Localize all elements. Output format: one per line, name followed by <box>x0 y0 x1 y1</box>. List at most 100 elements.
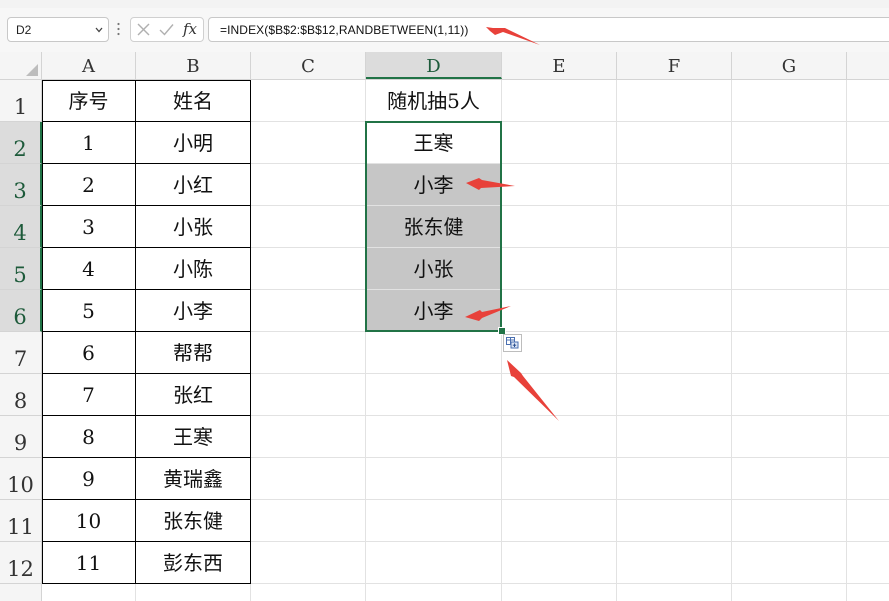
cell-f3[interactable] <box>617 164 732 206</box>
column-header-h[interactable] <box>847 52 889 79</box>
cell-g12[interactable] <box>732 542 847 584</box>
column-header-d[interactable]: D <box>366 52 502 79</box>
cell-d8[interactable] <box>366 374 502 416</box>
cell-a7[interactable]: 6 <box>42 332 136 374</box>
cell-f9[interactable] <box>617 416 732 458</box>
cell-e5[interactable] <box>502 248 617 290</box>
column-header-b[interactable]: B <box>136 52 251 79</box>
cell-g6[interactable] <box>732 290 847 332</box>
cell-a6[interactable]: 5 <box>42 290 136 332</box>
cell-e12[interactable] <box>502 542 617 584</box>
cell-b1[interactable]: 姓名 <box>136 80 251 122</box>
cell-h3[interactable] <box>847 164 889 206</box>
cell-d4[interactable]: 张东健 <box>366 206 502 248</box>
cell-g1[interactable] <box>732 80 847 122</box>
cell-f5[interactable] <box>617 248 732 290</box>
row-header-8[interactable]: 8 <box>0 374 42 416</box>
cell-b11[interactable]: 张东健 <box>136 500 251 542</box>
row-header-12[interactable]: 12 <box>0 542 42 584</box>
cell-b2[interactable]: 小明 <box>136 122 251 164</box>
cell-e8[interactable] <box>502 374 617 416</box>
cell-d5[interactable]: 小张 <box>366 248 502 290</box>
row-header-5[interactable]: 5 <box>0 248 42 290</box>
cell-f7[interactable] <box>617 332 732 374</box>
cell-g11[interactable] <box>732 500 847 542</box>
cell-c5[interactable] <box>251 248 366 290</box>
cell-h13[interactable] <box>847 584 889 601</box>
check-icon[interactable] <box>159 23 174 36</box>
cell-a12[interactable]: 11 <box>42 542 136 584</box>
cell-d12[interactable] <box>366 542 502 584</box>
cell-f8[interactable] <box>617 374 732 416</box>
cell-g13[interactable] <box>732 584 847 601</box>
cell-d3[interactable]: 小李 <box>366 164 502 206</box>
cell-h6[interactable] <box>847 290 889 332</box>
cell-g3[interactable] <box>732 164 847 206</box>
cell-g2[interactable] <box>732 122 847 164</box>
cell-h8[interactable] <box>847 374 889 416</box>
cell-c10[interactable] <box>251 458 366 500</box>
cell-c2[interactable] <box>251 122 366 164</box>
column-header-c[interactable]: C <box>251 52 366 79</box>
cell-e11[interactable] <box>502 500 617 542</box>
cell-e4[interactable] <box>502 206 617 248</box>
cell-b3[interactable]: 小红 <box>136 164 251 206</box>
cell-b6[interactable]: 小李 <box>136 290 251 332</box>
cell-g4[interactable] <box>732 206 847 248</box>
cell-g7[interactable] <box>732 332 847 374</box>
cell-e2[interactable] <box>502 122 617 164</box>
cell-h9[interactable] <box>847 416 889 458</box>
cell-f1[interactable] <box>617 80 732 122</box>
cell-h11[interactable] <box>847 500 889 542</box>
cell-e10[interactable] <box>502 458 617 500</box>
cell-a10[interactable]: 9 <box>42 458 136 500</box>
cell-a11[interactable]: 10 <box>42 500 136 542</box>
cell-c7[interactable] <box>251 332 366 374</box>
cell-b8[interactable]: 张红 <box>136 374 251 416</box>
row-header-7[interactable]: 7 <box>0 332 42 374</box>
column-header-g[interactable]: G <box>732 52 847 79</box>
cell-a4[interactable]: 3 <box>42 206 136 248</box>
cell-e13[interactable] <box>502 584 617 601</box>
select-all-button[interactable] <box>0 52 42 79</box>
cell-f11[interactable] <box>617 500 732 542</box>
cell-a3[interactable]: 2 <box>42 164 136 206</box>
cell-h5[interactable] <box>847 248 889 290</box>
column-header-e[interactable]: E <box>502 52 617 79</box>
row-header-1[interactable]: 1 <box>0 80 42 122</box>
cell-d7[interactable] <box>366 332 502 374</box>
cell-b13[interactable] <box>136 584 251 601</box>
cell-h7[interactable] <box>847 332 889 374</box>
cell-f4[interactable] <box>617 206 732 248</box>
cell-e3[interactable] <box>502 164 617 206</box>
row-header-11[interactable]: 11 <box>0 500 42 542</box>
cell-d2[interactable]: 王寒 <box>366 122 502 164</box>
cell-f12[interactable] <box>617 542 732 584</box>
cell-h4[interactable] <box>847 206 889 248</box>
cell-h2[interactable] <box>847 122 889 164</box>
cell-d10[interactable] <box>366 458 502 500</box>
formula-input[interactable]: =INDEX($B$2:$B$12,RANDBETWEEN(1,11)) <box>208 17 889 42</box>
row-header-13[interactable]: 13 <box>0 584 42 601</box>
cell-c1[interactable] <box>251 80 366 122</box>
cell-b5[interactable]: 小陈 <box>136 248 251 290</box>
cell-c11[interactable] <box>251 500 366 542</box>
cell-c6[interactable] <box>251 290 366 332</box>
cell-g8[interactable] <box>732 374 847 416</box>
cell-a1[interactable]: 序号 <box>42 80 136 122</box>
row-header-4[interactable]: 4 <box>0 206 42 248</box>
cell-g5[interactable] <box>732 248 847 290</box>
cell-b4[interactable]: 小张 <box>136 206 251 248</box>
cell-b7[interactable]: 帮帮 <box>136 332 251 374</box>
cell-e1[interactable] <box>502 80 617 122</box>
cell-d1[interactable]: 随机抽5人 <box>366 80 502 122</box>
chevron-down-icon[interactable] <box>95 26 103 34</box>
cell-e6[interactable] <box>502 290 617 332</box>
cell-f10[interactable] <box>617 458 732 500</box>
insert-function-button[interactable]: fx <box>183 20 197 38</box>
column-header-f[interactable]: F <box>617 52 732 79</box>
cell-a5[interactable]: 4 <box>42 248 136 290</box>
cell-f6[interactable] <box>617 290 732 332</box>
cell-f13[interactable] <box>617 584 732 601</box>
cell-h1[interactable] <box>847 80 889 122</box>
